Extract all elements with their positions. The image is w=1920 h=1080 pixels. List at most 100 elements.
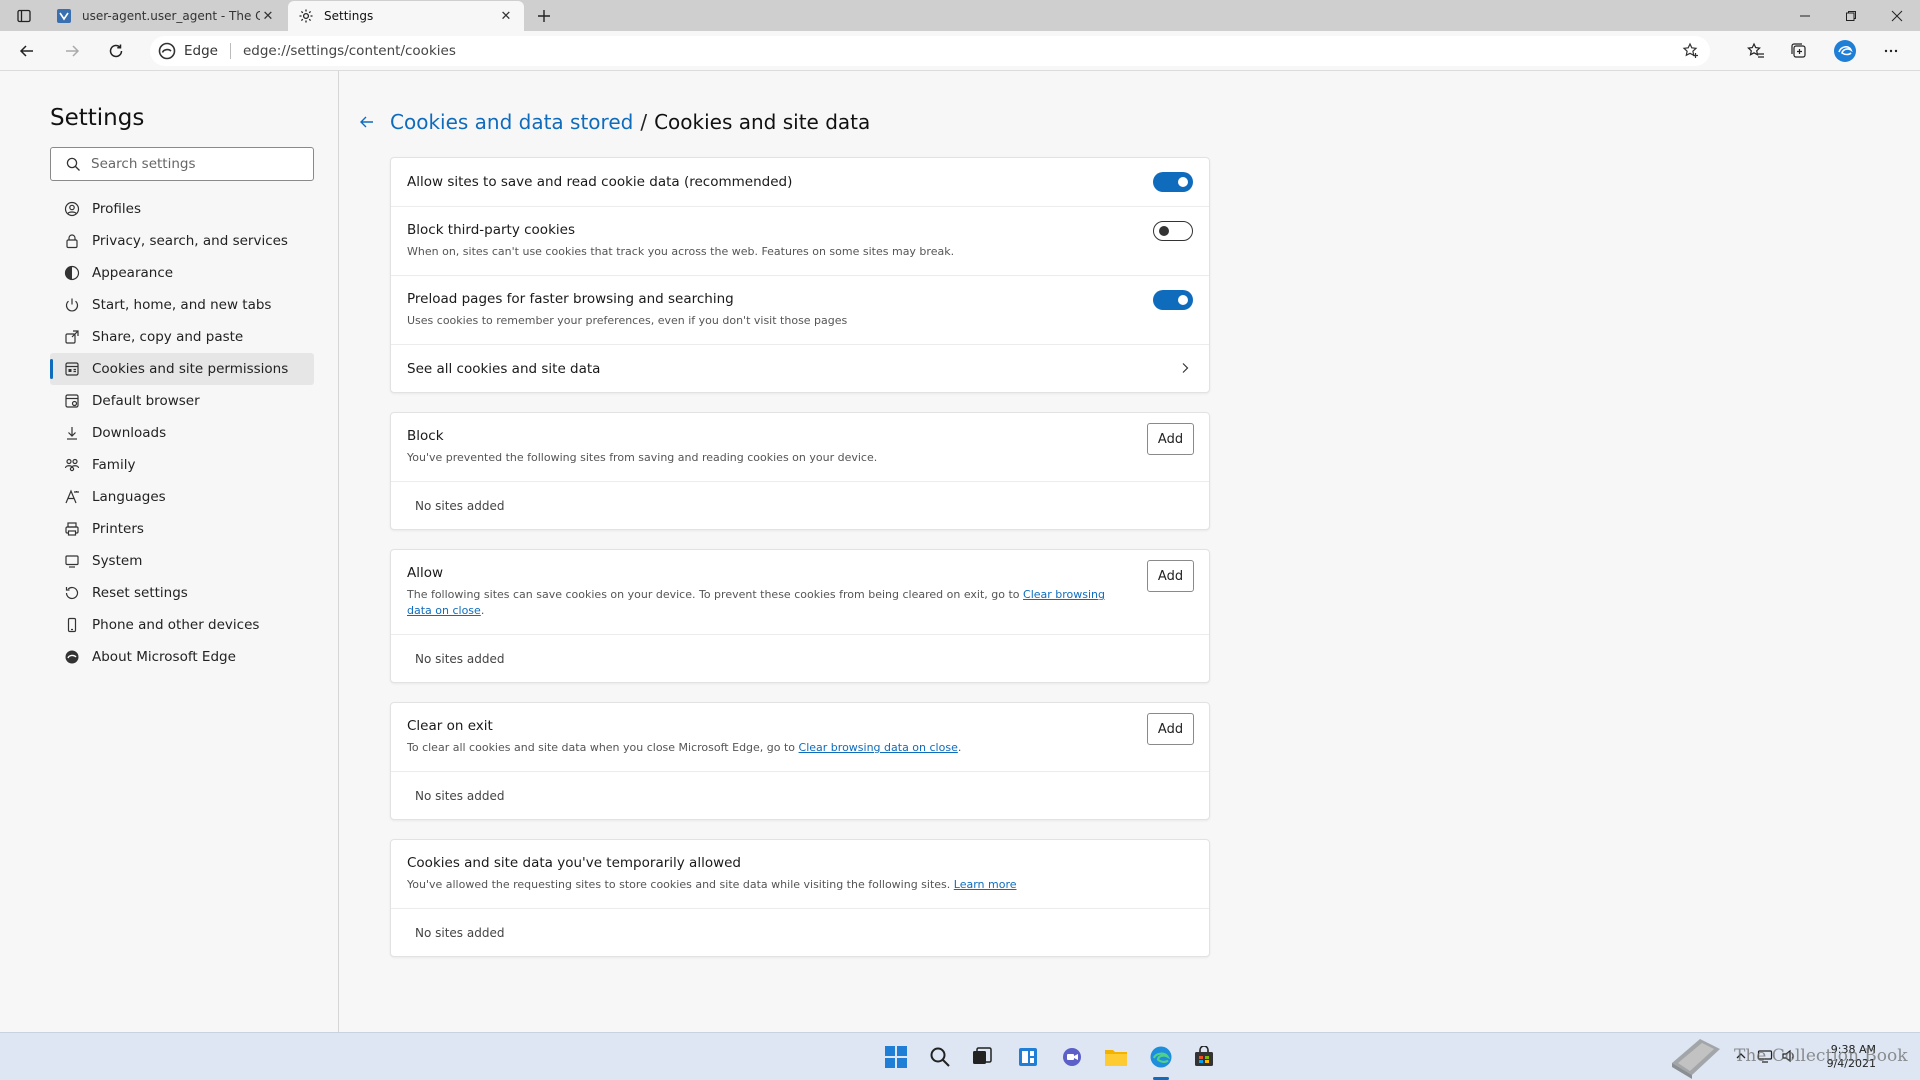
allow-title: Allow	[407, 565, 444, 581]
forward-button[interactable]	[57, 37, 87, 65]
tab-user-agent[interactable]: user-agent.user_agent - The Coll ✕	[46, 1, 286, 31]
sidebar-item-privacy[interactable]: Privacy, search, and services	[50, 225, 314, 257]
temporarily-allowed-header-row: Cookies and site data you've temporarily…	[391, 840, 1209, 909]
refresh-button[interactable]	[101, 37, 131, 65]
block-third-party-toggle[interactable]	[1153, 221, 1193, 241]
collections-button[interactable]	[1784, 37, 1814, 65]
tab-strip: user-agent.user_agent - The Coll ✕ Setti…	[0, 0, 1920, 31]
tab-settings[interactable]: Settings ✕	[288, 1, 524, 31]
download-icon	[63, 424, 81, 442]
url-text[interactable]: edge://settings/content/cookies	[243, 43, 456, 59]
sidebar-item-default-browser[interactable]: Default browser	[50, 385, 314, 417]
sidebar-item-label: Appearance	[92, 265, 174, 281]
clear-on-exit-header-row: Clear on exit To clear all cookies and s…	[391, 703, 1209, 772]
site-identity-label[interactable]: Edge	[184, 43, 218, 59]
close-icon	[1891, 10, 1903, 21]
clear-on-exit-add-button[interactable]: Add	[1147, 713, 1194, 745]
ellipsis-icon	[1884, 49, 1898, 53]
sidebar-item-label: Downloads	[92, 425, 167, 441]
allow-cookies-toggle[interactable]	[1153, 172, 1193, 192]
address-bar[interactable]: Edge edge://settings/content/cookies	[150, 36, 1710, 66]
block-title: Block	[407, 428, 444, 444]
tab-actions-button[interactable]	[8, 4, 40, 28]
network-icon[interactable]	[1756, 1047, 1774, 1065]
block-add-button[interactable]: Add	[1147, 423, 1194, 455]
widgets-button[interactable]	[1014, 1043, 1042, 1071]
see-all-cookies-row[interactable]: See all cookies and site data	[391, 345, 1209, 393]
favorites-button[interactable]	[1741, 37, 1771, 65]
search-icon	[930, 1047, 950, 1067]
taskbar-clock[interactable]: 9:38 AM 9/4/2021	[1820, 1043, 1876, 1071]
sidebar-item-start-home[interactable]: Start, home, and new tabs	[50, 289, 314, 321]
restore-button[interactable]	[1828, 0, 1874, 31]
breadcrumb-back-button[interactable]	[356, 111, 378, 133]
sidebar-item-downloads[interactable]: Downloads	[50, 417, 314, 449]
sidebar-item-reset[interactable]: Reset settings	[50, 577, 314, 609]
sidebar-item-label: System	[92, 553, 143, 569]
tab-close-icon[interactable]: ✕	[260, 8, 276, 24]
task-view-button[interactable]	[968, 1043, 996, 1071]
back-button[interactable]	[12, 37, 42, 65]
allow-add-button[interactable]: Add	[1147, 560, 1194, 592]
temporarily-allowed-title: Cookies and site data you've temporarily…	[407, 855, 741, 871]
windows-logo-icon	[885, 1046, 907, 1068]
start-button[interactable]	[882, 1043, 910, 1071]
sidebar-item-printers[interactable]: Printers	[50, 513, 314, 545]
allow-description: The following sites can save cookies on …	[407, 587, 1127, 619]
tab-title: user-agent.user_agent - The Coll	[82, 9, 260, 23]
clear-on-exit-title: Clear on exit	[407, 718, 493, 734]
share-icon	[63, 328, 81, 346]
allow-description-text: The following sites can save cookies on …	[407, 588, 1024, 601]
clear-browsing-data-link[interactable]: Clear browsing data on close	[799, 741, 958, 754]
sidebar-item-cookies[interactable]: Cookies and site permissions	[50, 353, 314, 385]
sidebar-item-label: About Microsoft Edge	[92, 649, 236, 665]
block-list-card: Block You've prevented the following sit…	[390, 412, 1210, 530]
clear-on-exit-description-text: To clear all cookies and site data when …	[407, 741, 799, 754]
more-options-button[interactable]	[1876, 37, 1906, 65]
close-window-button[interactable]	[1874, 0, 1920, 31]
minimize-button[interactable]	[1782, 0, 1828, 31]
back-arrow-icon	[360, 116, 373, 128]
sidebar-item-label: Privacy, search, and services	[92, 233, 288, 249]
edge-taskbar-button[interactable]	[1147, 1043, 1175, 1071]
gear-icon	[298, 8, 314, 24]
sidebar-item-share-copy[interactable]: Share, copy and paste	[50, 321, 314, 353]
sidebar-item-profiles[interactable]: Profiles	[50, 193, 314, 225]
empty-list-text: No sites added	[415, 499, 505, 513]
sidebar-item-about[interactable]: About Microsoft Edge	[50, 641, 314, 673]
block-header-row: Block You've prevented the following sit…	[391, 413, 1209, 482]
add-favorite-icon[interactable]	[1682, 42, 1700, 60]
empty-list-text: No sites added	[415, 926, 505, 940]
search-box[interactable]	[50, 147, 314, 181]
allow-cookies-row: Allow sites to save and read cookie data…	[391, 158, 1209, 207]
sidebar-item-languages[interactable]: Languages	[50, 481, 314, 513]
new-tab-button[interactable]	[532, 4, 556, 28]
tab-close-icon[interactable]: ✕	[498, 8, 514, 24]
taskbar-search-button[interactable]	[926, 1043, 954, 1071]
edge-icon	[63, 648, 81, 666]
preload-pages-toggle[interactable]	[1153, 290, 1193, 310]
sidebar-item-family[interactable]: Family	[50, 449, 314, 481]
search-settings-input[interactable]	[91, 156, 291, 172]
volume-icon[interactable]	[1780, 1047, 1798, 1065]
tab-title: Settings	[324, 9, 374, 23]
minimize-icon	[1800, 15, 1810, 16]
sidebar-item-system[interactable]: System	[50, 545, 314, 577]
edge-logo-icon	[158, 42, 176, 60]
widgets-icon	[1019, 1048, 1037, 1066]
chevron-up-icon[interactable]	[1732, 1047, 1750, 1065]
block-third-party-title: Block third-party cookies	[407, 222, 575, 238]
block-third-party-row: Block third-party cookies When on, sites…	[391, 207, 1209, 276]
learn-more-link[interactable]: Learn more	[954, 878, 1017, 891]
teams-chat-button[interactable]	[1058, 1043, 1086, 1071]
search-icon	[65, 156, 81, 172]
breadcrumb-parent-link[interactable]: Cookies and data stored	[390, 110, 633, 134]
profile-button[interactable]	[1830, 37, 1860, 65]
phone-icon	[63, 616, 81, 634]
store-button[interactable]	[1190, 1043, 1218, 1071]
sidebar-item-appearance[interactable]: Appearance	[50, 257, 314, 289]
empty-list-text: No sites added	[415, 652, 505, 666]
allow-header-row: Allow The following sites can save cooki…	[391, 550, 1209, 635]
sidebar-item-phone-devices[interactable]: Phone and other devices	[50, 609, 314, 641]
file-explorer-button[interactable]	[1102, 1043, 1130, 1071]
